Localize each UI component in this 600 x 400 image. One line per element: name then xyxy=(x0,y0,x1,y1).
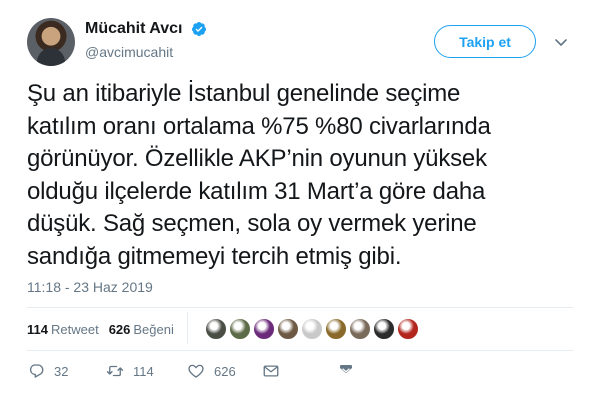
liker-avatar[interactable] xyxy=(348,317,372,341)
retweet-stat[interactable]: 114 Retweet xyxy=(27,322,99,337)
reply-icon xyxy=(29,364,44,378)
follow-button[interactable]: Takip et xyxy=(434,25,536,58)
tweet-timestamp[interactable]: 11:18 - 23 Haz 2019 xyxy=(27,279,153,295)
avatar[interactable] xyxy=(27,18,75,66)
tweet-line: düşük. Sağ seçmen, sola oy vermek yerine xyxy=(27,210,477,237)
stats-separator xyxy=(187,312,188,344)
tweet-line: Şu an itibariyle İstanbul genelinde seçi… xyxy=(27,80,461,107)
retweet-stat-count: 114 xyxy=(27,321,48,337)
tweet-line: olduğu ilçelerde katılım 31 Mart’a göre … xyxy=(27,177,486,205)
liker-avatar[interactable] xyxy=(276,317,300,341)
bookmark-icon xyxy=(340,365,352,374)
liker-avatar[interactable] xyxy=(396,317,420,341)
chevron-down-icon[interactable] xyxy=(553,34,569,50)
liker-avatar[interactable] xyxy=(324,317,348,341)
user-handle[interactable]: @avcimucahit xyxy=(85,44,207,60)
envelope-icon xyxy=(263,365,279,377)
verified-badge-icon xyxy=(191,22,206,36)
like-stat-label: Beğeni xyxy=(133,321,174,337)
tweet-line: katılım oranı ortalama %75 %80 civarları… xyxy=(27,112,491,140)
like-action[interactable]: 626 xyxy=(187,362,236,380)
liker-avatar[interactable] xyxy=(372,317,396,341)
tweet-line: görünüyor. Özellikle AKP’nin oyunun yüks… xyxy=(27,145,487,172)
heart-icon xyxy=(188,364,204,378)
action-bar: 32 114 626 xyxy=(27,362,367,386)
divider xyxy=(27,307,573,308)
like-stat[interactable]: 626 Beğeni xyxy=(109,322,174,337)
retweet-action[interactable]: 114 xyxy=(106,362,154,380)
like-count: 626 xyxy=(214,363,236,379)
reply-action[interactable]: 32 xyxy=(27,362,68,380)
retweet-count: 114 xyxy=(133,363,154,379)
reply-count: 32 xyxy=(54,363,69,379)
tweet-text: Şu an itibariyle İstanbul genelinde seçi… xyxy=(27,78,587,273)
bookmark-action[interactable] xyxy=(337,362,355,380)
retweet-icon xyxy=(106,365,124,377)
liker-avatar[interactable] xyxy=(252,317,276,341)
liker-avatar[interactable] xyxy=(204,317,228,341)
user-block: Mücahit Avcı @avcimucahit xyxy=(85,20,207,60)
liker-avatar[interactable] xyxy=(300,317,324,341)
direct-message-action[interactable] xyxy=(262,362,280,380)
liker-avatar[interactable] xyxy=(228,317,252,341)
like-stat-count: 626 xyxy=(108,321,131,337)
tweet-line: sandığa gitmemeyi tercih etmiş gibi. xyxy=(27,242,402,270)
divider xyxy=(27,350,573,351)
display-name[interactable]: Mücahit Avcı xyxy=(85,20,183,38)
engagement-stats: 114 Retweet 626 Beğeni xyxy=(27,318,184,340)
liker-avatars xyxy=(204,317,420,341)
tweet-card: Mücahit Avcı @avcimucahit Takip et Şu an… xyxy=(0,0,600,400)
retweet-stat-label: Retweet xyxy=(50,321,99,337)
